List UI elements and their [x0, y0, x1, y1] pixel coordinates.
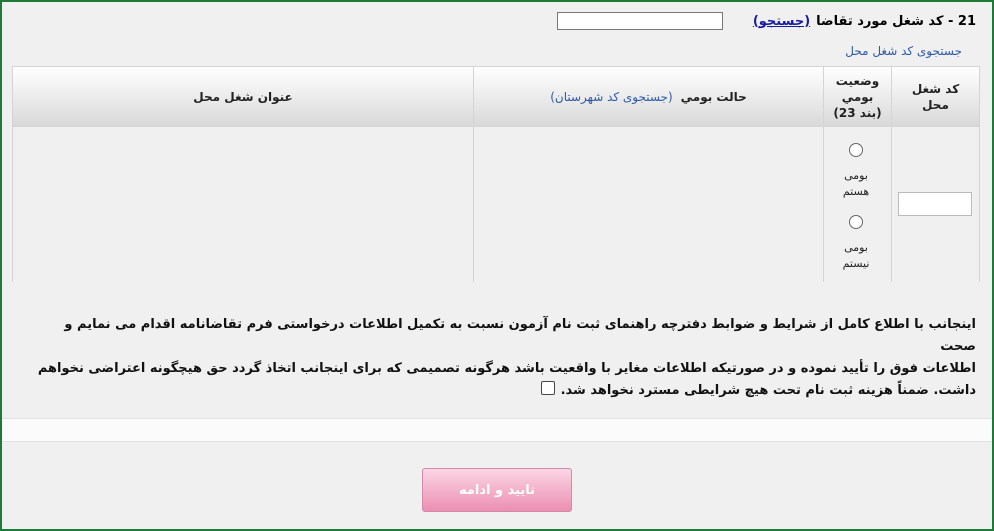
job-search-link[interactable]: (جستجو) — [753, 14, 810, 29]
header-native: حالت بومي (جستجوی کد شهرستان) — [473, 67, 823, 127]
code-cell — [891, 127, 979, 282]
radio-native-group: بومی هستم — [831, 143, 881, 200]
job-code-label: 21 - کد شغل مورد تقاضا — [816, 13, 976, 29]
title-cell — [12, 127, 473, 282]
header-status: وضعيت بومي (بند 23) — [823, 67, 891, 127]
agreement-line-1: اینجانب با اطلاع کامل از شرایط و ضوابط د… — [64, 317, 976, 354]
search-local-job-link[interactable]: جستجوی کد شغل محل — [845, 44, 962, 58]
native-cell — [473, 127, 823, 282]
agreement-line-3-wrap: داشت. ضمناً هزینه ثبت نام تحت هیچ شرایطی… — [36, 380, 976, 402]
confirm-continue-button[interactable]: تایید و ادامه — [422, 468, 572, 512]
form-frame: 21 - کد شغل مورد تقاضا (جستجو) جستجوی کد… — [0, 0, 994, 531]
local-code-input[interactable] — [898, 192, 972, 216]
header-title-text: عنوان شغل محل — [193, 89, 293, 104]
agreement-checkbox[interactable] — [540, 381, 555, 395]
job-code-row: 21 - کد شغل مورد تقاضا (جستجو) — [556, 12, 976, 30]
job-code-input[interactable] — [556, 12, 723, 30]
header-status-text: وضعيت بومي (بند 23) — [833, 73, 882, 120]
radio-non-native-label: بومی نیستم — [842, 241, 870, 270]
status-cell: بومی هستم بومی نیستم — [823, 127, 891, 282]
agreement-line-3: داشت. ضمناً هزینه ثبت نام تحت هیچ شرایطی… — [560, 383, 976, 398]
radio-native-label: بومی هستم — [842, 169, 870, 198]
agreement-line-2: اطلاعات فوق را تأیید نموده و در صورتیکه … — [37, 361, 976, 376]
header-code: کد شغل محل — [891, 67, 979, 127]
header-title: عنوان شغل محل — [12, 67, 473, 127]
local-job-table: کد شغل محل وضعيت بومي (بند 23) حالت بومي… — [12, 66, 980, 282]
radio-non-native[interactable] — [849, 215, 863, 229]
header-native-text: حالت بومي — [680, 89, 747, 104]
agreement-text: اینجانب با اطلاع کامل از شرایط و ضوابط د… — [36, 314, 976, 402]
county-search-link[interactable]: (جستجوی کد شهرستان) — [550, 89, 672, 105]
radio-native[interactable] — [849, 143, 863, 157]
divider-band — [2, 418, 992, 442]
radio-non-native-group: بومی نیستم — [831, 215, 881, 272]
header-code-text: کد شغل محل — [911, 81, 960, 112]
